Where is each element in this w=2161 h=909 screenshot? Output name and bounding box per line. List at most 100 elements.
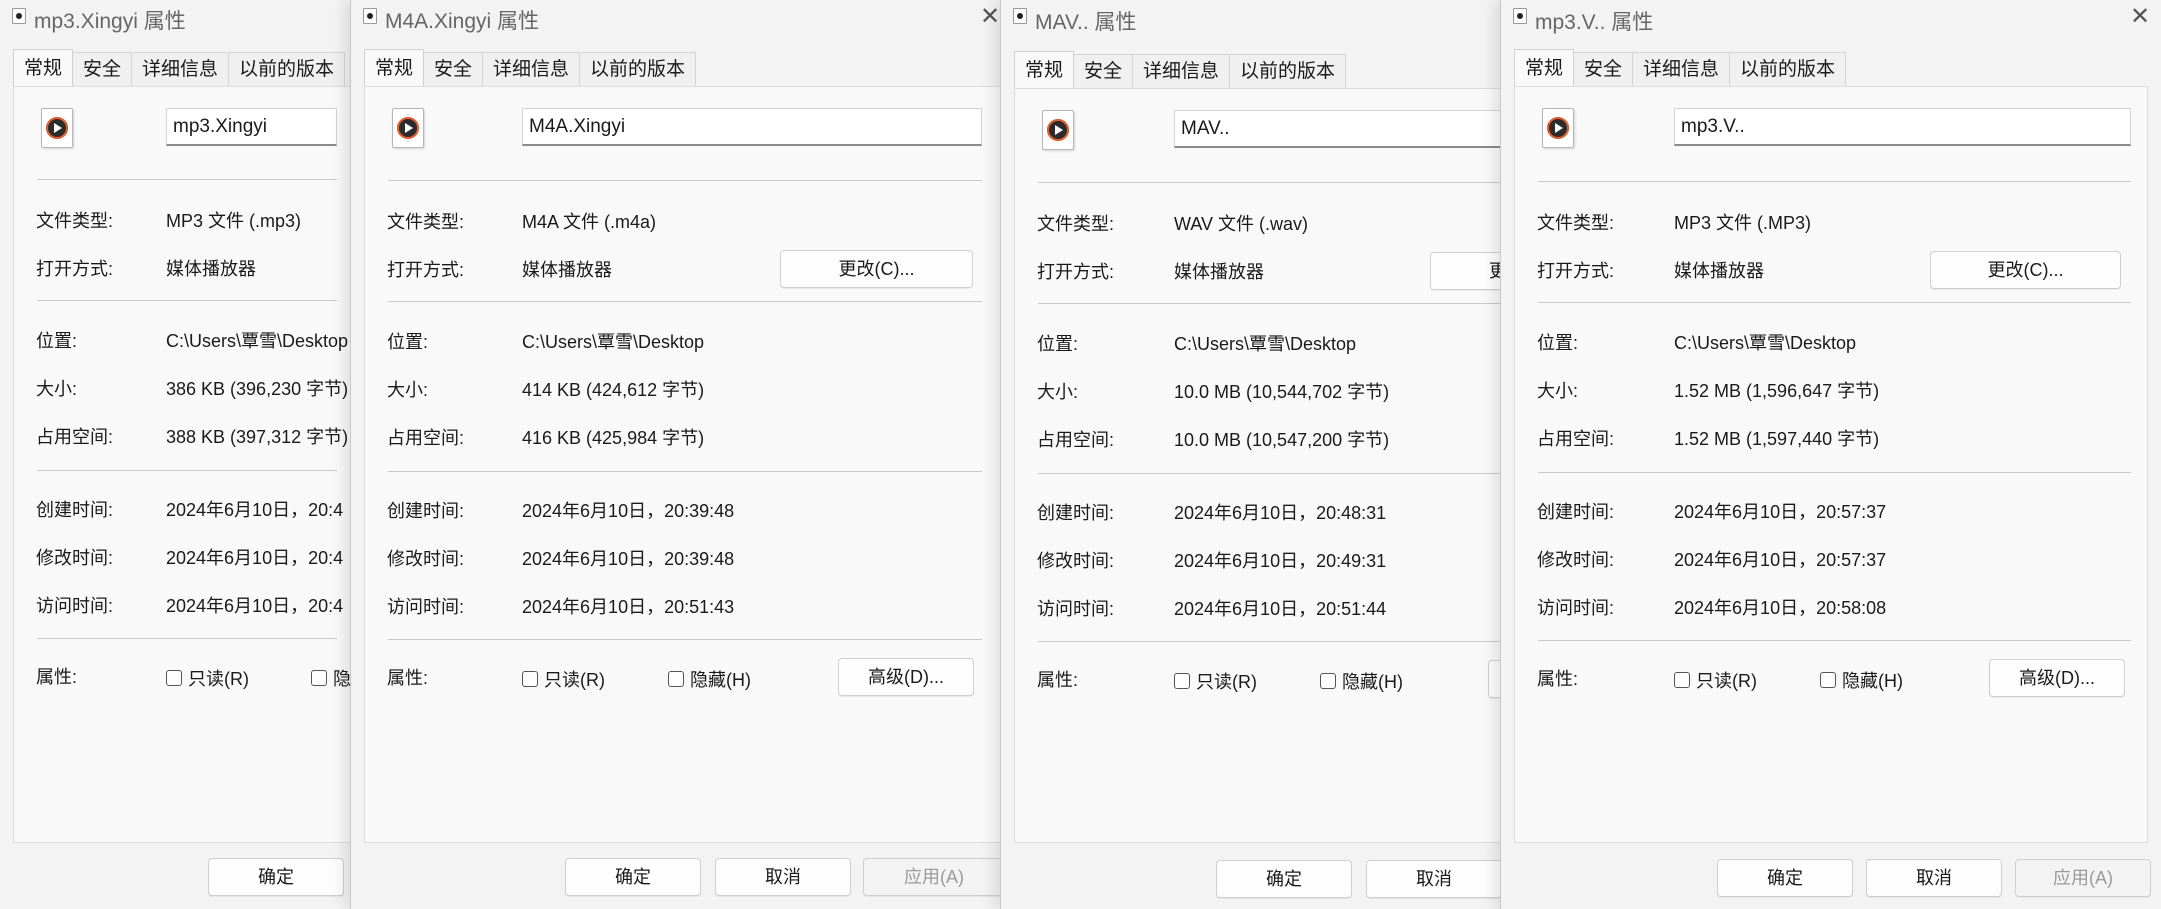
ok-button[interactable]: 确定 (208, 858, 344, 896)
ok-button[interactable]: 确定 (1717, 859, 1853, 897)
checkbox-box[interactable] (311, 670, 327, 686)
apply-button[interactable]: 应用(A) (863, 858, 1001, 896)
readonly-label: 只读(R) (544, 670, 605, 690)
readonly-checkbox[interactable]: 只读(R) (522, 666, 605, 692)
created-value: 2024年6月10日，20:4 (166, 500, 344, 520)
hidden-checkbox[interactable]: 隐藏(H) (1820, 667, 1903, 693)
window-title: MAV.. 属性 (1035, 11, 1137, 34)
cancel-button[interactable]: 取消 (1366, 860, 1501, 898)
advanced-button[interactable]: 高级(D)... (838, 658, 974, 696)
tab-general[interactable]: 常规 (13, 49, 74, 86)
open-with-label: 打开方式: (1537, 261, 1615, 281)
close-icon[interactable]: ✕ (2127, 3, 2153, 29)
attributes-label: 属性: (36, 667, 78, 687)
size-on-disk-label: 占用空间: (1537, 429, 1615, 449)
file-type-value: WAV 文件 (.wav) (1174, 214, 1308, 234)
general-panel: mp3.V.. 文件类型: MP3 文件 (.MP3) 打开方式: 媒体播放器 … (1514, 86, 2148, 843)
tab-previous-versions[interactable]: 以前的版本 (229, 52, 346, 86)
open-with-value: 媒体播放器 (1674, 261, 1764, 281)
advanced-button[interactable]: 高级(D)... (1989, 659, 2125, 697)
apply-button[interactable]: 应用(A) (2015, 859, 2151, 897)
accessed-value: 2024年6月10日，20:51:43 (522, 597, 735, 617)
media-file-icon (12, 8, 26, 24)
divider (1538, 181, 2131, 182)
tab-previous-versions[interactable]: 以前的版本 (1230, 54, 1347, 88)
media-file-icon (392, 108, 424, 148)
readonly-checkbox[interactable]: 只读(R) (1174, 668, 1257, 694)
tab-security[interactable]: 安全 (73, 52, 133, 86)
checkbox-box[interactable] (1320, 673, 1336, 689)
hidden-checkbox[interactable]: 隐藏(H) (668, 666, 751, 692)
size-on-disk-value: 388 KB (397,312 字节) (166, 427, 349, 447)
title-bar[interactable]: mp3.Xingyi 属性 (0, 0, 350, 34)
size-label: 大小: (1037, 382, 1079, 402)
readonly-checkbox[interactable]: 只读(R) (166, 665, 249, 691)
hidden-checkbox[interactable]: 隐 (311, 665, 350, 691)
ok-button[interactable]: 确定 (565, 858, 701, 896)
modified-value: 2024年6月10日，20:39:48 (522, 549, 735, 569)
tab-general[interactable]: 常规 (1514, 49, 1575, 86)
tab-details[interactable]: 详细信息 (483, 52, 581, 86)
properties-window-1: mp3.Xingyi 属性 常规 安全 详细信息 以前的版本 mp3.Xingy… (0, 0, 350, 909)
hidden-label: 隐藏(H) (1342, 672, 1403, 692)
cancel-button[interactable]: 取消 (1866, 859, 2002, 897)
window-title: mp3.Xingyi 属性 (34, 10, 186, 33)
change-button[interactable]: 更改(C)... (780, 250, 973, 288)
ok-button[interactable]: 确定 (1216, 860, 1352, 898)
tab-details[interactable]: 详细信息 (1633, 52, 1731, 86)
change-button[interactable]: 更改(C)... (1930, 251, 2121, 289)
tab-strip: 常规 安全 详细信息 以前的版本 (1514, 49, 1847, 86)
close-icon[interactable]: ✕ (977, 3, 1001, 29)
checkbox-box[interactable] (1674, 672, 1690, 688)
checkbox-box[interactable] (1820, 672, 1836, 688)
tab-security[interactable]: 安全 (1574, 52, 1634, 86)
divider (1038, 182, 1501, 183)
file-name-input[interactable]: M4A.Xingyi (522, 108, 982, 146)
properties-window-3: MAV.. 属性 常规 安全 详细信息 以前的版本 MAV.. 文件类型: WA… (1000, 0, 1501, 909)
file-name-input[interactable]: mp3.V.. (1674, 108, 2131, 146)
accessed-value: 2024年6月10日，20:4 (166, 596, 344, 616)
play-icon (1547, 117, 1569, 139)
file-type-value: MP3 文件 (.MP3) (1674, 213, 1812, 233)
accessed-label: 访问时间: (1037, 599, 1115, 619)
divider (388, 301, 982, 302)
checkbox-box[interactable] (1174, 673, 1190, 689)
play-icon (46, 117, 68, 139)
tab-previous-versions[interactable]: 以前的版本 (580, 52, 697, 86)
checkbox-box[interactable] (166, 670, 182, 686)
open-with-value: 媒体播放器 (166, 259, 256, 279)
location-value: C:\Users\覃雪\Desktop (166, 331, 349, 351)
divider (37, 300, 337, 301)
tab-general[interactable]: 常规 (1014, 51, 1075, 88)
attributes-label: 属性: (1037, 670, 1079, 690)
file-type-label: 文件类型: (36, 211, 114, 231)
title-bar[interactable]: mp3.V.. 属性 ✕ (1501, 0, 2161, 34)
properties-window-4: mp3.V.. 属性 ✕ 常规 安全 详细信息 以前的版本 mp3.V.. 文件… (1500, 0, 2161, 909)
title-bar[interactable]: MAV.. 属性 (1001, 0, 1501, 34)
divider (388, 180, 982, 181)
tab-previous-versions[interactable]: 以前的版本 (1730, 52, 1847, 86)
readonly-checkbox[interactable]: 只读(R) (1674, 667, 1757, 693)
checkbox-box[interactable] (668, 671, 684, 687)
file-type-label: 文件类型: (387, 212, 465, 232)
change-button[interactable]: 更 (1430, 252, 1501, 290)
file-type-value: MP3 文件 (.mp3) (166, 211, 302, 231)
cancel-button[interactable]: 取消 (715, 858, 851, 896)
tab-strip: 常规 安全 详细信息 以前的版本 (364, 49, 697, 86)
hidden-checkbox[interactable]: 隐藏(H) (1320, 668, 1403, 694)
accessed-value: 2024年6月10日，20:51:44 (1174, 599, 1387, 619)
file-name-input[interactable]: MAV.. (1174, 110, 1501, 148)
created-value: 2024年6月10日，20:39:48 (522, 501, 735, 521)
modified-label: 修改时间: (387, 549, 465, 569)
tab-security[interactable]: 安全 (1074, 54, 1134, 88)
tab-security[interactable]: 安全 (424, 52, 484, 86)
checkbox-box[interactable] (522, 671, 538, 687)
tab-details[interactable]: 详细信息 (132, 52, 230, 86)
tab-details[interactable]: 详细信息 (1133, 54, 1231, 88)
location-value: C:\Users\覃雪\Desktop (522, 332, 705, 352)
title-bar[interactable]: M4A.Xingyi 属性 ✕ (351, 0, 1001, 34)
media-file-icon (1042, 110, 1074, 150)
tab-general[interactable]: 常规 (364, 49, 425, 86)
modified-value: 2024年6月10日，20:57:37 (1674, 550, 1887, 570)
file-name-input[interactable]: mp3.Xingyi (166, 108, 337, 146)
